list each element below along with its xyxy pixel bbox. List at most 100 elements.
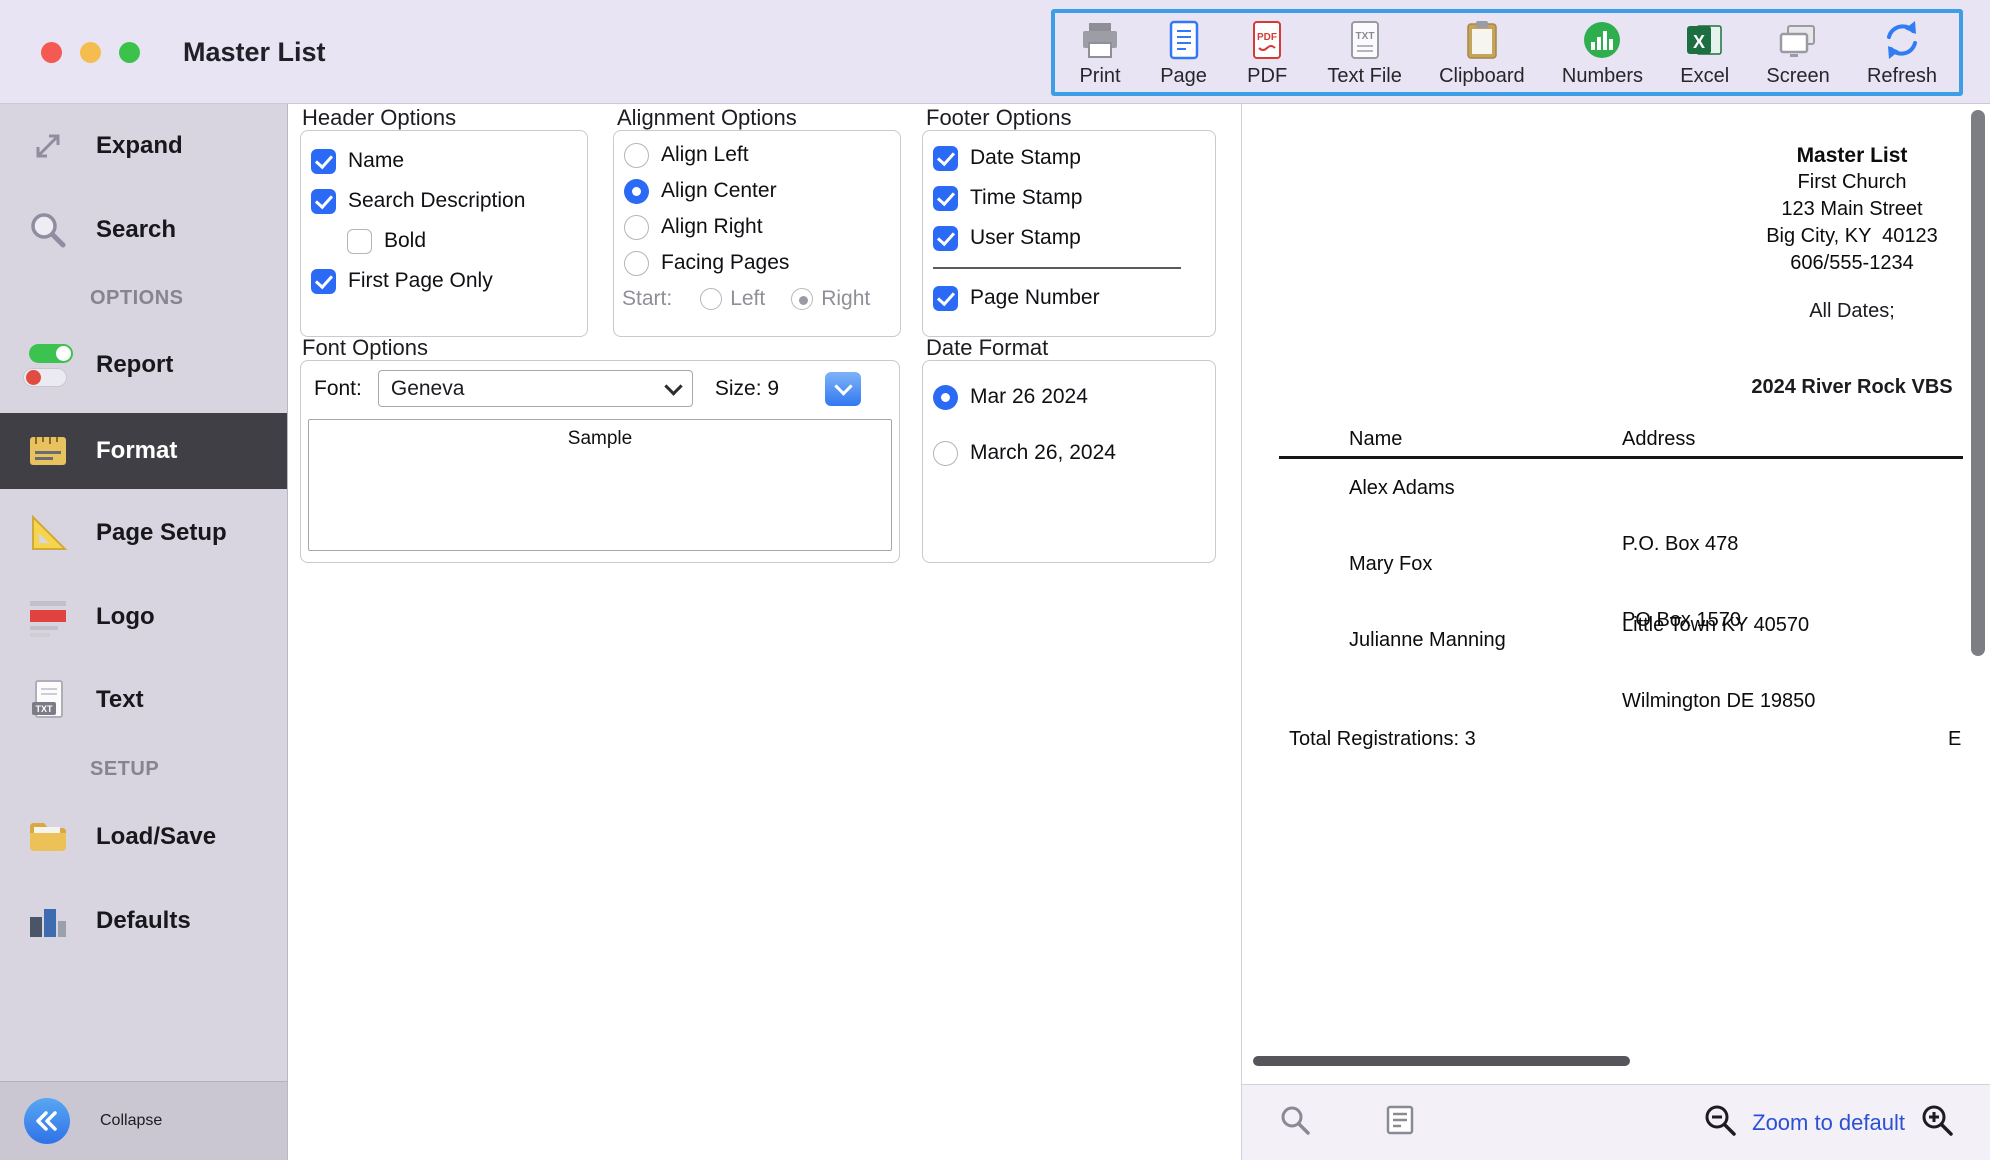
text-file-button[interactable]: TXT Text File [1327, 17, 1401, 88]
svg-text:TXT: TXT [36, 704, 54, 714]
logo-icon [24, 593, 72, 641]
bold-checkbox[interactable] [347, 229, 372, 254]
chevron-down-icon [664, 377, 682, 395]
checkbox-row-bold: Bold [337, 221, 587, 261]
align-right-radio-label: Align Right [661, 215, 763, 239]
app-window: Master List Print Page PDF PDF [0, 0, 1990, 1160]
sidebar-label-defaults: Defaults [96, 907, 191, 935]
date-short-radio[interactable] [933, 385, 958, 410]
size-dropdown-button[interactable] [825, 372, 861, 406]
numbers-button[interactable]: Numbers [1562, 17, 1643, 88]
sidebar-item-page-setup[interactable]: Page Setup [0, 491, 287, 575]
sidebar-label-search: Search [96, 216, 176, 244]
doc-address-line: Wilmington DE 19850 [1622, 688, 1815, 715]
numbers-label: Numbers [1562, 65, 1643, 88]
zoom-window-button[interactable] [119, 42, 140, 63]
first-page-only-checkbox[interactable] [311, 269, 336, 294]
first-page-only-checkbox-label: First Page Only [348, 269, 493, 293]
start-right-radio[interactable] [791, 288, 813, 310]
date-long-radio-label: March 26, 2024 [970, 441, 1116, 465]
sidebar-section-setup: SETUP [90, 758, 159, 781]
footer-options-title: Footer Options [926, 105, 1072, 131]
screen-button[interactable]: Screen [1766, 17, 1829, 88]
svg-text:X: X [1693, 32, 1705, 52]
search-description-checkbox[interactable] [311, 189, 336, 214]
pdf-icon: PDF [1244, 17, 1290, 63]
report-preview: Master List First Church 123 Main Street… [1241, 104, 1990, 1160]
pdf-button[interactable]: PDF PDF [1244, 17, 1290, 88]
date-short-radio-label: Mar 26 2024 [970, 385, 1088, 409]
zoom-out-button[interactable] [1702, 1102, 1738, 1143]
minimize-window-button[interactable] [80, 42, 101, 63]
font-label: Font: [314, 377, 362, 401]
name-checkbox[interactable] [311, 149, 336, 174]
page-button[interactable]: Page [1160, 17, 1207, 88]
doc-org-line: Big City, KY 40123 [1492, 223, 1990, 250]
collapse-button[interactable] [24, 1098, 70, 1144]
sidebar-item-format[interactable]: Format [0, 413, 287, 489]
sidebar-label-page-setup: Page Setup [96, 519, 227, 547]
page-number-checkbox-label: Page Number [970, 286, 1100, 310]
doc-org-line: 606/555-1234 [1492, 250, 1990, 277]
date-long-radio[interactable] [933, 441, 958, 466]
excel-button[interactable]: X Excel [1680, 17, 1729, 88]
excel-label: Excel [1680, 65, 1729, 88]
sidebar-item-load-save[interactable]: Load/Save [0, 795, 287, 879]
facing-pages-radio[interactable] [624, 251, 649, 276]
vertical-scrollbar-thumb[interactable] [1971, 110, 1985, 656]
sidebar-item-search[interactable]: Search [0, 188, 287, 272]
date-stamp-checkbox[interactable] [933, 146, 958, 171]
screen-label: Screen [1766, 65, 1829, 88]
svg-text:TXT: TXT [1355, 31, 1374, 42]
checkbox-row-first-page-only: First Page Only [301, 261, 587, 301]
sidebar-label-report: Report [96, 351, 173, 379]
horizontal-scrollbar-thumb[interactable] [1253, 1056, 1630, 1066]
user-stamp-checkbox-label: User Stamp [970, 226, 1081, 250]
excel-icon: X [1682, 17, 1728, 63]
zoom-in-button[interactable] [1919, 1102, 1955, 1143]
txt-file-icon: TXT [1342, 17, 1388, 63]
start-left-label: Left [730, 287, 765, 311]
font-options-box: Font: Geneva Size: 9 Sample [300, 360, 900, 563]
preview-document-button[interactable] [1384, 1104, 1416, 1141]
collapse-chevrons-icon [24, 1098, 70, 1144]
radio-row-align-right: Align Right [614, 209, 900, 245]
align-left-radio[interactable] [624, 143, 649, 168]
page-number-checkbox[interactable] [933, 286, 958, 311]
clipboard-icon [1459, 17, 1505, 63]
preview-bar-right: Zoom to default [1702, 1102, 1990, 1143]
doc-row-name: Mary Fox [1349, 553, 1432, 576]
search-description-checkbox-label: Search Description [348, 189, 525, 213]
font-select-value: Geneva [391, 377, 465, 401]
chevron-down-icon [834, 377, 852, 395]
bold-checkbox-label: Bold [384, 229, 426, 253]
start-left-radio[interactable] [700, 288, 722, 310]
doc-column-header-name: Name [1349, 428, 1402, 451]
print-button[interactable]: Print [1077, 17, 1123, 88]
align-center-radio[interactable] [624, 179, 649, 204]
sidebar-item-report[interactable]: Report [0, 323, 287, 407]
font-select[interactable]: Geneva [378, 370, 693, 407]
time-stamp-checkbox[interactable] [933, 186, 958, 211]
align-left-radio-label: Align Left [661, 143, 749, 167]
close-window-button[interactable] [41, 42, 62, 63]
refresh-label: Refresh [1867, 65, 1937, 88]
user-stamp-checkbox[interactable] [933, 226, 958, 251]
sidebar-item-logo[interactable]: Logo [0, 575, 287, 659]
radio-row-align-center: Align Center [614, 173, 900, 209]
align-right-radio[interactable] [624, 215, 649, 240]
magnifier-icon [24, 206, 72, 254]
clipboard-button[interactable]: Clipboard [1439, 17, 1525, 88]
pdf-label: PDF [1247, 65, 1287, 88]
sidebar-item-expand[interactable]: Expand [0, 104, 287, 188]
sidebar-item-defaults[interactable]: Defaults [0, 879, 287, 963]
refresh-button[interactable]: Refresh [1867, 17, 1937, 88]
export-toolbar: Print Page PDF PDF TXT Text File [1051, 9, 1963, 96]
checkbox-row-page-number: Page Number [923, 278, 1215, 318]
sidebar-item-text[interactable]: TXT Text [0, 658, 287, 742]
header-options-title: Header Options [302, 105, 456, 131]
doc-address-line: PO Box 1570 [1622, 607, 1815, 634]
zoom-to-default-link[interactable]: Zoom to default [1752, 1110, 1905, 1136]
preview-search-button[interactable] [1278, 1103, 1312, 1142]
radio-row-facing-pages: Facing Pages [614, 245, 900, 281]
